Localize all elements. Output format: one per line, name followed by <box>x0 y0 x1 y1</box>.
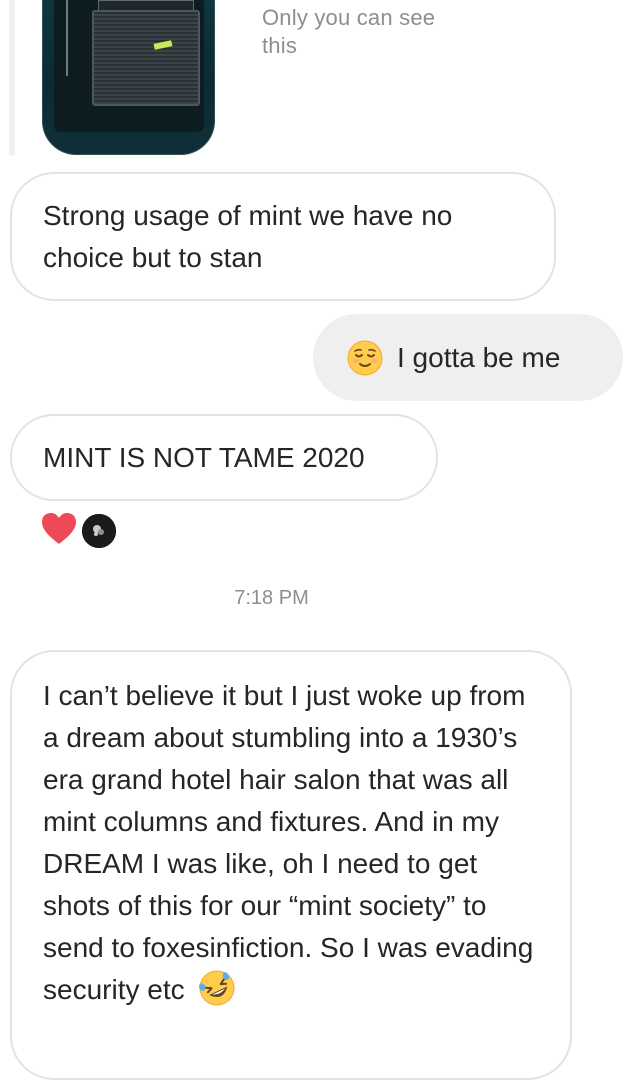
red-heart-icon <box>42 513 76 544</box>
message-text: I gotta be me <box>397 341 561 373</box>
message-text: MINT IS NOT TAME 2020 <box>43 441 365 473</box>
message-text: Strong usage of mint we have no choice b… <box>43 200 453 273</box>
message-bubble-received[interactable]: Strong usage of mint we have no choice b… <box>10 172 556 301</box>
message-timestamp: 7:18 PM <box>234 587 309 609</box>
thumbnail-cable <box>66 0 68 76</box>
message-bubble-sent[interactable]: I gotta be me <box>313 314 623 401</box>
message-reactions[interactable] <box>40 511 130 550</box>
user-avatar <box>80 512 118 550</box>
story-thumbnail[interactable] <box>42 0 215 155</box>
story-privacy-note: Only you can see this <box>262 5 436 58</box>
message-text: I can’t believe it but I just woke up fr… <box>43 680 534 1005</box>
message-bubble-received[interactable]: MINT IS NOT TAME 2020 <box>10 414 438 501</box>
thumbnail-amp-cabinet <box>92 10 200 106</box>
relieved-face-emoji <box>347 340 383 375</box>
rolling-on-floor-laughing-emoji <box>199 970 235 1006</box>
reply-quote-bar <box>9 0 15 156</box>
shared-story-preview[interactable]: Only you can see this <box>0 0 623 160</box>
avatar-image <box>82 514 116 548</box>
message-bubble-received[interactable]: I can’t believe it but I just woke up fr… <box>10 650 572 1080</box>
